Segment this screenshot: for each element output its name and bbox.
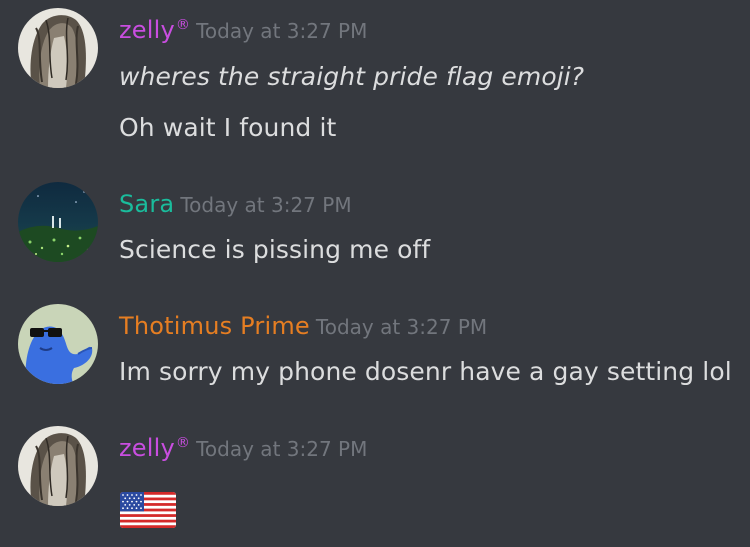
username[interactable]: Sara [119, 190, 174, 218]
avatar-zelly[interactable] [18, 8, 98, 88]
chat-messages: zelly® Today at 3:27 PM wheres the straig… [0, 0, 750, 547]
username[interactable]: Thotimus Prime [119, 312, 310, 340]
message-text: wheres the straight pride flag emoji? [119, 62, 585, 91]
avatar-sara[interactable] [18, 182, 98, 262]
long-hair-girl-avatar-icon [18, 8, 98, 88]
message-text: Im sorry my phone dosenr have a gay sett… [119, 357, 732, 386]
timestamp: Today at 3:27 PM [196, 19, 368, 43]
timestamp: Today at 3:27 PM [196, 437, 368, 461]
timestamp: Today at 3:27 PM [315, 315, 488, 339]
username[interactable]: zelly® [119, 434, 190, 462]
long-hair-girl-avatar-icon [18, 426, 98, 506]
message-header: zelly® Today at 3:27 PM [119, 18, 367, 42]
message-text: Science is pissing me off [119, 235, 431, 264]
message-text: Oh wait I found it [119, 113, 337, 142]
message-header: Sara Today at 3:27 PM [119, 192, 352, 216]
avatar-thotimus[interactable] [18, 304, 98, 384]
us-flag-emoji-icon[interactable] [120, 492, 176, 528]
timestamp: Today at 3:27 PM [180, 193, 352, 217]
username[interactable]: zelly® [119, 16, 190, 44]
night-forest-avatar-icon [18, 182, 98, 262]
message-header: zelly® Today at 3:27 PM [119, 436, 367, 460]
avatar-zelly[interactable] [18, 426, 98, 506]
blue-sunglasses-blob-avatar-icon [18, 304, 98, 384]
registered-mark: ® [175, 435, 191, 451]
message-header: Thotimus Prime Today at 3:27 PM [119, 314, 487, 338]
registered-mark: ® [175, 17, 191, 33]
